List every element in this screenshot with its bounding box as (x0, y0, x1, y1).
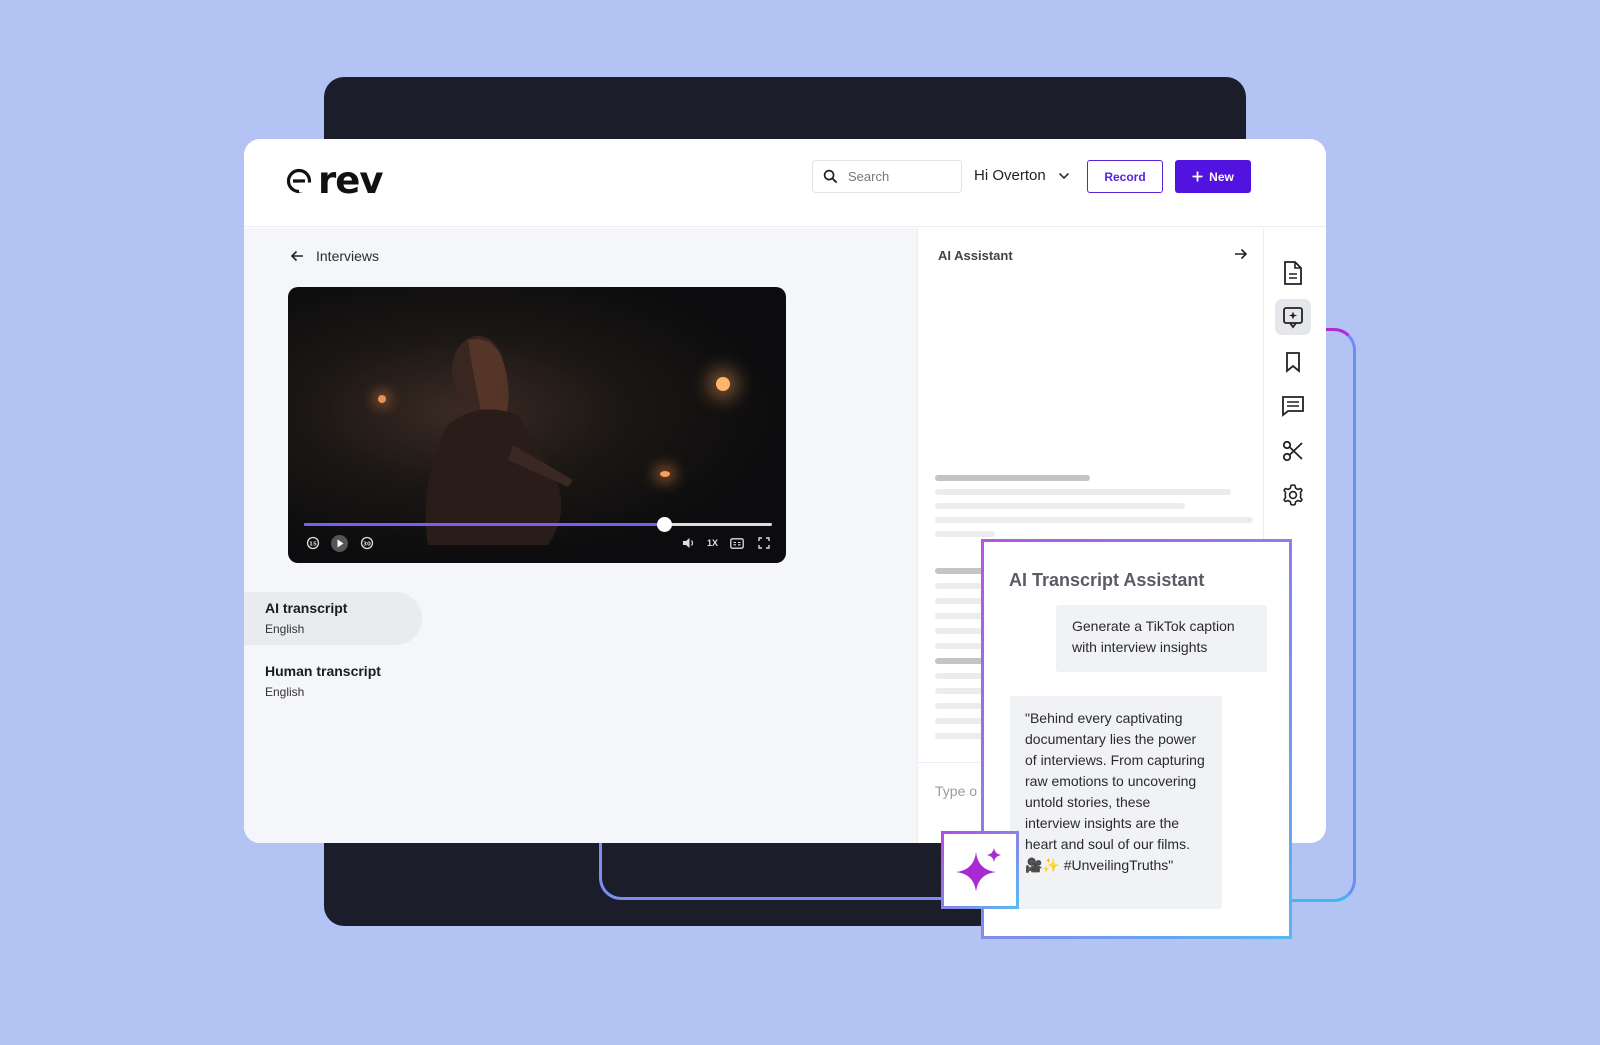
progress-knob[interactable] (657, 517, 673, 532)
search-input[interactable]: Search (812, 160, 962, 193)
new-button[interactable]: New (1175, 160, 1251, 193)
search-icon (823, 169, 838, 184)
light-bokeh (660, 471, 670, 477)
ai-note-icon[interactable] (1275, 299, 1311, 335)
top-bar: rev Search Hi Overton Record New (244, 139, 1326, 227)
play-icon[interactable] (331, 534, 348, 552)
svg-text:15: 15 (309, 541, 317, 547)
user-menu[interactable]: Hi Overton (974, 167, 1070, 184)
transcript-title: AI transcript (265, 600, 348, 616)
transcript-title: Human transcript (265, 663, 381, 679)
back-label: Interviews (316, 248, 380, 264)
record-button[interactable]: Record (1087, 160, 1163, 193)
volume-icon[interactable] (680, 535, 697, 552)
rev-logo[interactable]: rev (286, 159, 383, 202)
bookmark-icon[interactable] (1275, 344, 1311, 380)
playback-speed[interactable]: 1X (707, 538, 718, 548)
assistant-input[interactable]: Type o (935, 783, 977, 799)
video-frame-image (425, 336, 573, 545)
card-title: AI Transcript Assistant (1009, 570, 1205, 590)
light-bokeh (716, 377, 730, 391)
document-icon[interactable] (1275, 255, 1311, 291)
assistant-panel-title: AI Assistant (938, 248, 1013, 263)
arrow-right-icon[interactable] (1234, 248, 1248, 260)
user-message-bubble: Generate a TikTok caption with interview… (1056, 605, 1267, 672)
media-area: Interviews 15 30 1X AI transcript Englis… (244, 228, 917, 843)
logo-text: rev (318, 159, 383, 202)
fullscreen-icon[interactable] (755, 535, 772, 552)
forward-30-icon[interactable]: 30 (358, 535, 375, 552)
text-placeholder-line (935, 531, 995, 537)
video-player[interactable]: 15 30 1X (288, 287, 786, 563)
greeting-text: Hi Overton (974, 167, 1046, 184)
scissors-icon[interactable] (1275, 433, 1311, 469)
player-controls: 15 30 1X (304, 534, 772, 552)
transcript-item-ai[interactable]: AI transcript English (244, 592, 422, 645)
gear-icon[interactable] (1275, 477, 1311, 513)
arrow-left-icon (290, 250, 303, 262)
back-link[interactable]: Interviews (290, 248, 379, 264)
captions-icon[interactable] (728, 535, 745, 552)
ai-reply-bubble: "Behind every captivating documentary li… (1010, 696, 1222, 909)
svg-text:30: 30 (363, 541, 371, 547)
text-placeholder-line (935, 475, 1090, 481)
rewind-10-icon[interactable]: 15 (304, 535, 321, 552)
transcript-language: English (265, 685, 305, 699)
comment-icon[interactable] (1275, 388, 1311, 424)
text-placeholder-line (935, 489, 1231, 495)
rev-logo-mark-icon (286, 168, 312, 193)
ai-sparkle-badge (941, 831, 1019, 909)
light-bokeh (378, 395, 386, 403)
plus-icon (1192, 171, 1203, 182)
transcript-item-human[interactable]: Human transcript English (244, 655, 422, 708)
assistant-header: AI Assistant (938, 248, 1248, 263)
text-placeholder-line (935, 517, 1253, 523)
text-placeholder-line (935, 503, 1185, 509)
new-button-label: New (1209, 169, 1234, 184)
search-placeholder: Search (848, 169, 890, 184)
sparkle-icon (956, 848, 1001, 892)
record-button-label: Record (1104, 169, 1146, 184)
chevron-down-icon (1058, 172, 1069, 179)
progress-bar[interactable] (304, 517, 772, 532)
progress-fill (304, 523, 665, 526)
transcript-language: English (265, 622, 305, 636)
ai-transcript-assistant-card: AI Transcript Assistant Generate a TikTo… (981, 539, 1292, 939)
